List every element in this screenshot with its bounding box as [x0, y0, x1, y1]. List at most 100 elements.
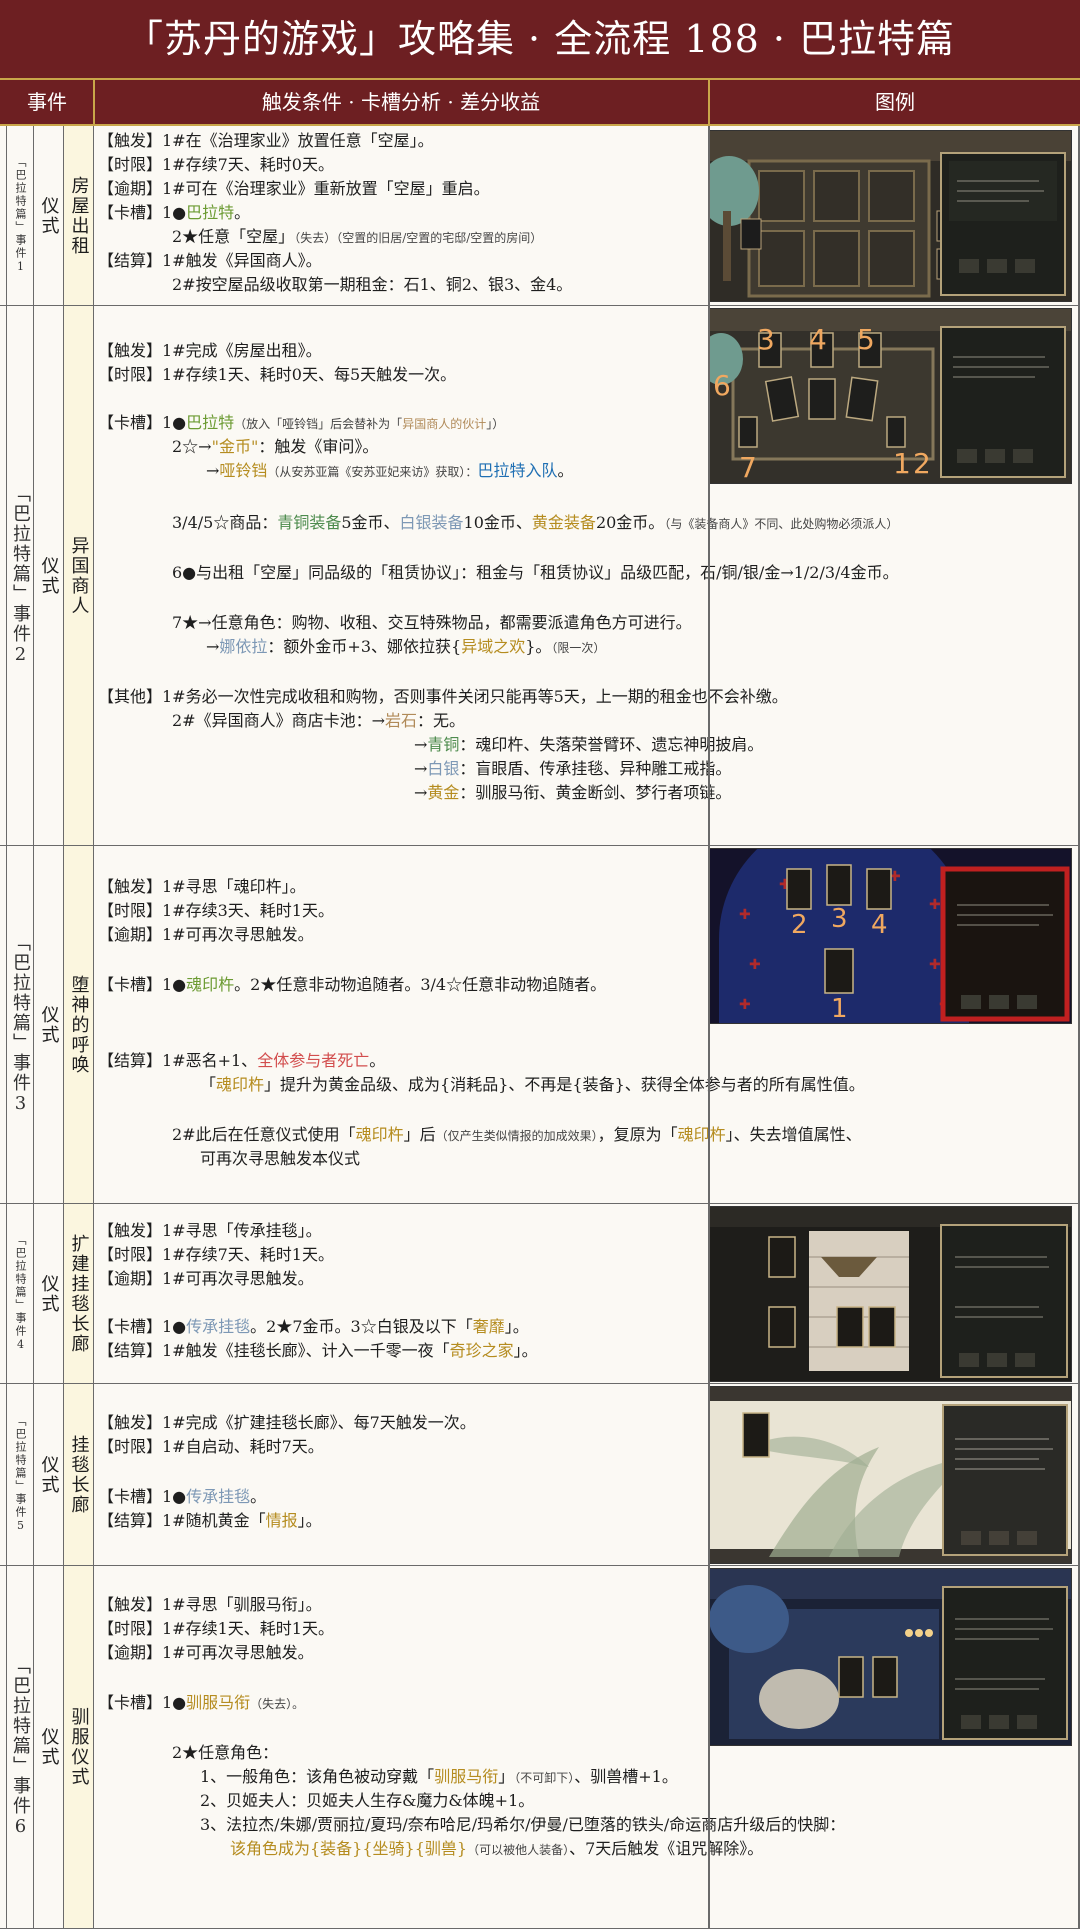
- event-type: 仪式: [38, 195, 60, 236]
- event-row-6: 「巴拉特篇」事件6 仪式 驯服仪式 【触发】1#寻思「驯服马衔」。 【时限】1#…: [0, 1566, 1080, 1929]
- result-line: 「魂印杵」提升为黄金品级、成为{消耗品}、不再是{装备}、获得全体参与者的所有属…: [200, 1075, 865, 1094]
- slot-line: 2☆→"金币"：触发《审问》。: [172, 437, 379, 456]
- event-type: 仪式: [38, 1273, 60, 1314]
- slot-line: 2、贝姬夫人：贝姬夫人生存&魔力&体魄+1。: [200, 1791, 535, 1810]
- event-chapter: 「巴拉特篇」事件6: [10, 1655, 31, 1839]
- illustration-image: [708, 130, 1072, 302]
- slot-line: 【卡槽】1●驯服马衔（失去）。: [98, 1693, 305, 1712]
- event-row-4: 「巴拉特篇」事件4 仪式 扩建挂毯长廊 【触发】1#寻思「传承挂毯」。 【时限】…: [0, 1204, 1080, 1384]
- picture-number: 1: [831, 994, 848, 1023]
- header-event: 事件: [27, 90, 67, 114]
- trigger-line: 【触发】1#寻思「驯服马衔」。: [98, 1595, 322, 1614]
- overdue-line: 【逾期】1#可再次寻思触发。: [98, 1643, 314, 1662]
- event-row-3: 「巴拉特篇」事件3 仪式 堕神的呼唤 【触发】1#寻思「魂印杵」。 【时限】1#…: [0, 846, 1080, 1204]
- event-chapter: 「巴拉特篇」事件1: [14, 156, 27, 275]
- time-line: 【时限】1#存续1天、耗时1天。: [98, 1619, 334, 1638]
- event-type: 仪式: [38, 1454, 60, 1495]
- event-type: 仪式: [38, 1004, 60, 1045]
- slot-line: 6●与出租「空屋」同品级的「租赁协议」：租金与「租赁协议」品级匹配，石/铜/银/…: [172, 563, 899, 582]
- picture-number: 3: [757, 323, 775, 356]
- result-line: 【结算】1#触发《异国商人》。: [98, 251, 322, 270]
- slot-line: 【卡槽】1●传承挂毯。: [98, 1487, 267, 1506]
- event-row-5: 「巴拉特篇」事件5 仪式 挂毯长廊 【触发】1#完成《扩建挂毯长廊》、每7天触发…: [0, 1384, 1080, 1566]
- svg-text:✚: ✚: [929, 957, 941, 973]
- header-image: 图例: [875, 90, 915, 114]
- event-name: 驯服仪式: [68, 1707, 90, 1787]
- picture-number: 1: [893, 447, 911, 480]
- trigger-line: 【触发】1#寻思「魂印杵」。: [98, 877, 306, 896]
- slot-line: →娜依拉：额外金币+3、娜依拉获{异域之欢}。（限一次）: [206, 637, 606, 656]
- svg-text:✚: ✚: [739, 907, 751, 923]
- column-divider: [708, 126, 710, 1929]
- result-line: 【结算】1#恶名+1、全体参与者死亡。: [98, 1051, 386, 1070]
- slot-line: 【卡槽】1●巴拉特（放入「哑铃铛」后会替补为「异国商人的伙计」）: [98, 413, 505, 432]
- time-line: 【时限】1#存续3天、耗时1天。: [98, 901, 334, 920]
- svg-text:✚: ✚: [749, 957, 761, 973]
- illustration-image: [708, 1386, 1072, 1564]
- event-chapter: 「巴拉特篇」事件4: [14, 1234, 27, 1353]
- illustration-image: [708, 1206, 1072, 1382]
- event-name: 挂毯长廊: [68, 1434, 90, 1515]
- result-line: 2#此后在任意仪式使用「魂印杵」后（仅产生类似情报的加成效果），复原为「魂印杵」…: [172, 1125, 862, 1144]
- slot-line: 3/4/5☆商品：青铜装备5金币、白银装备10金币、黄金装备20金币。（与《装备…: [172, 513, 899, 532]
- event-type: 仪式: [38, 555, 60, 596]
- event-chapter: 「巴拉特篇」事件2: [10, 484, 31, 667]
- picture-number: 5: [857, 323, 875, 356]
- event-name: 房屋出租: [68, 175, 90, 256]
- slot-line: 【卡槽】1●传承挂毯。2★7金币。3☆白银及以下「奢靡」。: [98, 1317, 529, 1336]
- svg-text:✚: ✚: [929, 897, 941, 913]
- illustration-image: 3 4 5 6 7 1 2: [708, 308, 1072, 484]
- svg-text:✚: ✚: [739, 997, 751, 1013]
- slot-line: 2★任意「空屋」（失去）（空置的旧居/空置的宅邸/空置的房间）: [172, 227, 543, 246]
- slot-line: 【卡槽】1●巴拉特。: [98, 203, 251, 222]
- page: 「苏丹的游戏」攻略集 · 全流程 188 · 巴拉特篇 事件 触发条件 · 卡槽…: [0, 0, 1080, 1929]
- other-line: 2#《异国商人》商店卡池：→岩石：无。: [172, 711, 466, 730]
- header-content: 触发条件 · 卡槽分析 · 差分收益: [261, 90, 541, 114]
- result-line: 【结算】1#随机黄金「情报」。: [98, 1511, 322, 1530]
- time-line: 【时限】1#存续7天、耗时1天。: [98, 1245, 334, 1264]
- illustration-image: [708, 1568, 1072, 1746]
- overdue-line: 【逾期】1#可再次寻思触发。: [98, 1269, 314, 1288]
- other-line: 【其他】1#务必一次性完成收租和购物，否则事件关闭只能再等5天，上一期的租金也不…: [98, 687, 788, 706]
- time-line: 【时限】1#自启动、耗时7天。: [98, 1437, 324, 1456]
- event-type: 仪式: [38, 1727, 60, 1767]
- event-row-1: 「巴拉特篇」事件1 仪式 房屋出租 【触发】1#在《治理家业》放置任意「空屋」。…: [0, 126, 1080, 306]
- trigger-line: 【触发】1#在《治理家业》放置任意「空屋」。: [98, 131, 434, 150]
- time-line: 【时限】1#存续7天、耗时0天。: [98, 155, 334, 174]
- picture-number: 2: [791, 910, 808, 940]
- event-name: 异国商人: [68, 535, 90, 616]
- result-line: 可再次寻思触发本仪式: [200, 1149, 361, 1168]
- slot-line: 7★→任意角色：购物、收租、交互特殊物品，都需要派遣角色方可进行。: [172, 613, 692, 632]
- pool-line: →黄金：驯服马衔、黄金断剑、梦行者项链。: [414, 783, 732, 802]
- event-row-2: 「巴拉特篇」事件2 仪式 异国商人 【触发】1#完成《房屋出租》。 【时限】1#…: [0, 306, 1080, 846]
- event-chapter: 「巴拉特篇」事件3: [10, 933, 31, 1116]
- picture-number: 6: [713, 369, 731, 402]
- result-line: 2#按空屋品级收取第一期租金：石1、铜2、银3、金4。: [172, 275, 573, 294]
- event-name: 堕神的呼唤: [68, 974, 90, 1075]
- table-header: 事件 触发条件 · 卡槽分析 · 差分收益 图例: [0, 78, 1080, 126]
- picture-number: 2: [913, 447, 931, 480]
- illustration-image: ✚✚✚ ✚✚✚ ✚✚✚ 2 3 4 1: [708, 848, 1072, 1024]
- picture-number: 7: [739, 451, 757, 483]
- pool-line: →青铜：魂印杵、失落荣誉臂环、遗忘神明披肩。: [414, 735, 764, 754]
- trigger-line: 【触发】1#寻思「传承挂毯」。: [98, 1221, 322, 1240]
- trigger-line: 【触发】1#完成《房屋出租》。: [98, 341, 322, 360]
- event-chapter: 「巴拉特篇」事件5: [14, 1415, 27, 1534]
- slot-line: 2★任意角色：: [172, 1743, 279, 1762]
- picture-number: 3: [831, 904, 848, 934]
- event-name: 扩建挂毯长廊: [68, 1233, 90, 1354]
- slot-line: 1、一般角色：该角色被动穿戴「驯服马衔」（不可卸下）、驯兽槽+1。: [200, 1767, 678, 1786]
- slot-line: 该角色成为{装备}{坐骑}{驯兽}（可以被他人装备）、7天后触发《诅咒解除》。: [230, 1839, 764, 1858]
- table-right-border: [1078, 126, 1080, 1929]
- page-title: 「苏丹的游戏」攻略集 · 全流程 188 · 巴拉特篇: [0, 0, 1080, 78]
- overdue-line: 【逾期】1#可在《治理家业》重新放置「空屋」重启。: [98, 179, 490, 198]
- overdue-line: 【逾期】1#可再次寻思触发。: [98, 925, 314, 944]
- trigger-line: 【触发】1#完成《扩建挂毯长廊》、每7天触发一次。: [98, 1413, 476, 1432]
- picture-number: 4: [871, 910, 888, 940]
- pool-line: →白银：盲眼盾、传承挂毯、异种雕工戒指。: [414, 759, 732, 778]
- time-line: 【时限】1#存续1天、耗时0天、每5天触发一次。: [98, 365, 457, 384]
- picture-number: 4: [809, 323, 827, 356]
- result-line: 【结算】1#触发《挂毯长廊》、计入一千零一夜「奇珍之家」。: [98, 1341, 538, 1360]
- slot-line: 3、法拉杰/朱娜/贾丽拉/夏玛/奈布哈尼/玛希尔/伊曼/已堕落的铁头/命运商店升…: [200, 1815, 846, 1834]
- slot-line: 【卡槽】1●魂印杵。2★任意非动物追随者。3/4☆任意非动物追随者。: [98, 975, 607, 994]
